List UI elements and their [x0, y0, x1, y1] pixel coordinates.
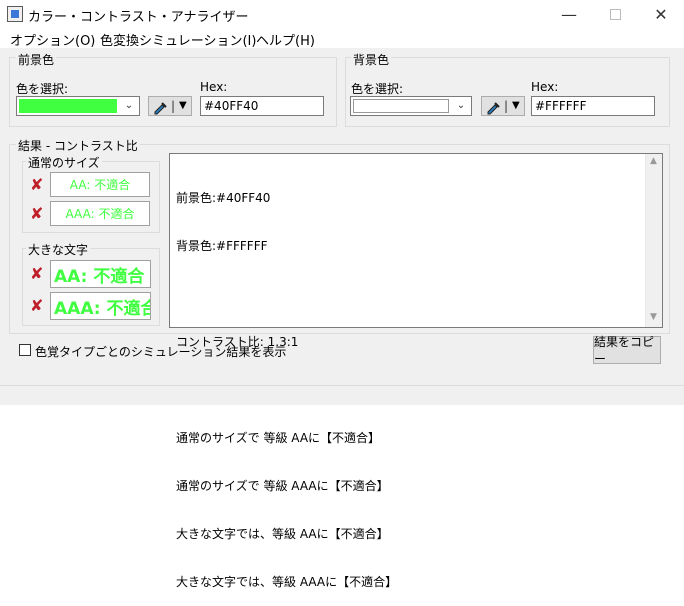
maximize-icon	[609, 8, 621, 20]
chevron-down-icon: ⌄	[124, 100, 134, 111]
fail-icon: ✘	[30, 264, 44, 283]
minimize-icon: —	[561, 4, 577, 24]
foreground-hex-label: Hex:	[200, 80, 228, 94]
foreground-group-label: 前景色	[16, 51, 57, 68]
normal-size-label: 通常のサイズ	[26, 154, 102, 171]
report-line	[176, 286, 656, 302]
separator: |	[504, 99, 509, 113]
chevron-down-icon: ⌄	[456, 100, 466, 111]
separator: |	[171, 99, 176, 113]
foreground-color-swatch	[19, 99, 117, 113]
menu-options[interactable]: オプション(O)	[10, 30, 95, 49]
background-hex-input[interactable]: #FFFFFF	[531, 96, 655, 116]
report-line: 背景色:#FFFFFF	[176, 239, 268, 253]
menu-simulation[interactable]: 色変換シミュレーション(I)	[100, 30, 256, 49]
copy-results-button[interactable]: 結果をコピー	[593, 335, 661, 366]
results-group-label: 結果 - コントラスト比	[16, 137, 140, 154]
scroll-down-icon[interactable]: ▼	[650, 312, 657, 322]
menu-help[interactable]: ヘルプ(H)	[256, 30, 315, 49]
report-scrollbar[interactable]: ▲ ▼	[645, 154, 662, 327]
background-select-label: 色を選択:	[351, 82, 404, 96]
foreground-select-label: 色を選択:	[16, 82, 69, 96]
dropdown-arrow-icon: ▼	[179, 100, 187, 111]
minimize-button[interactable]: —	[546, 0, 592, 28]
foreground-hex-input[interactable]: #40FF40	[200, 96, 324, 116]
report-line: 前景色:#40FF40	[176, 191, 271, 205]
foreground-eyedropper-button[interactable]: | ▼	[148, 96, 192, 116]
scroll-up-icon[interactable]: ▲	[650, 156, 657, 166]
fail-icon: ✘	[30, 175, 44, 194]
background-hex-label: Hex:	[531, 80, 559, 94]
window-title: カラー・コントラスト・アナライザー	[28, 10, 249, 25]
app-icon	[7, 6, 23, 22]
simulation-checkbox-label[interactable]: 色覚タイプごとのシミュレーション結果を表示	[35, 343, 286, 360]
background-group-label: 背景色	[351, 51, 392, 68]
eyedropper-icon	[154, 102, 167, 115]
result-report-textarea[interactable]: 前景色:#40FF40 背景色:#FFFFFF コントラスト比: 1.3:1 通…	[169, 153, 663, 589]
maximize-button[interactable]	[592, 0, 638, 28]
close-button[interactable]: ✕	[638, 0, 684, 28]
report-line: 大きな文字では、等級 AAに【不適合】	[176, 527, 389, 541]
background-eyedropper-button[interactable]: | ▼	[481, 96, 525, 116]
large-text-label: 大きな文字	[26, 241, 91, 258]
simulation-checkbox[interactable]	[19, 344, 31, 356]
report-line: 大きな文字では、等級 AAAに【不適合】	[176, 575, 398, 589]
dropdown-arrow-icon: ▼	[512, 100, 520, 111]
close-icon: ✕	[654, 4, 668, 24]
foreground-color-dropdown[interactable]: ⌄	[16, 96, 140, 116]
large-aaa-result: AAA: 不適合	[50, 292, 151, 320]
background-color-swatch	[353, 99, 449, 113]
large-aa-result: AA: 不適合	[50, 260, 151, 288]
normal-aa-result: AA: 不適合	[50, 172, 150, 197]
background-color-dropdown[interactable]: ⌄	[350, 96, 472, 116]
normal-aaa-result: AAA: 不適合	[50, 201, 150, 226]
eyedropper-icon	[487, 102, 500, 115]
fail-icon: ✘	[30, 296, 44, 315]
fail-icon: ✘	[30, 204, 44, 223]
report-line: 通常のサイズで 等級 AAAに【不適合】	[176, 479, 389, 493]
status-bar	[0, 385, 684, 405]
report-line: 通常のサイズで 等級 AAに【不適合】	[176, 431, 381, 445]
